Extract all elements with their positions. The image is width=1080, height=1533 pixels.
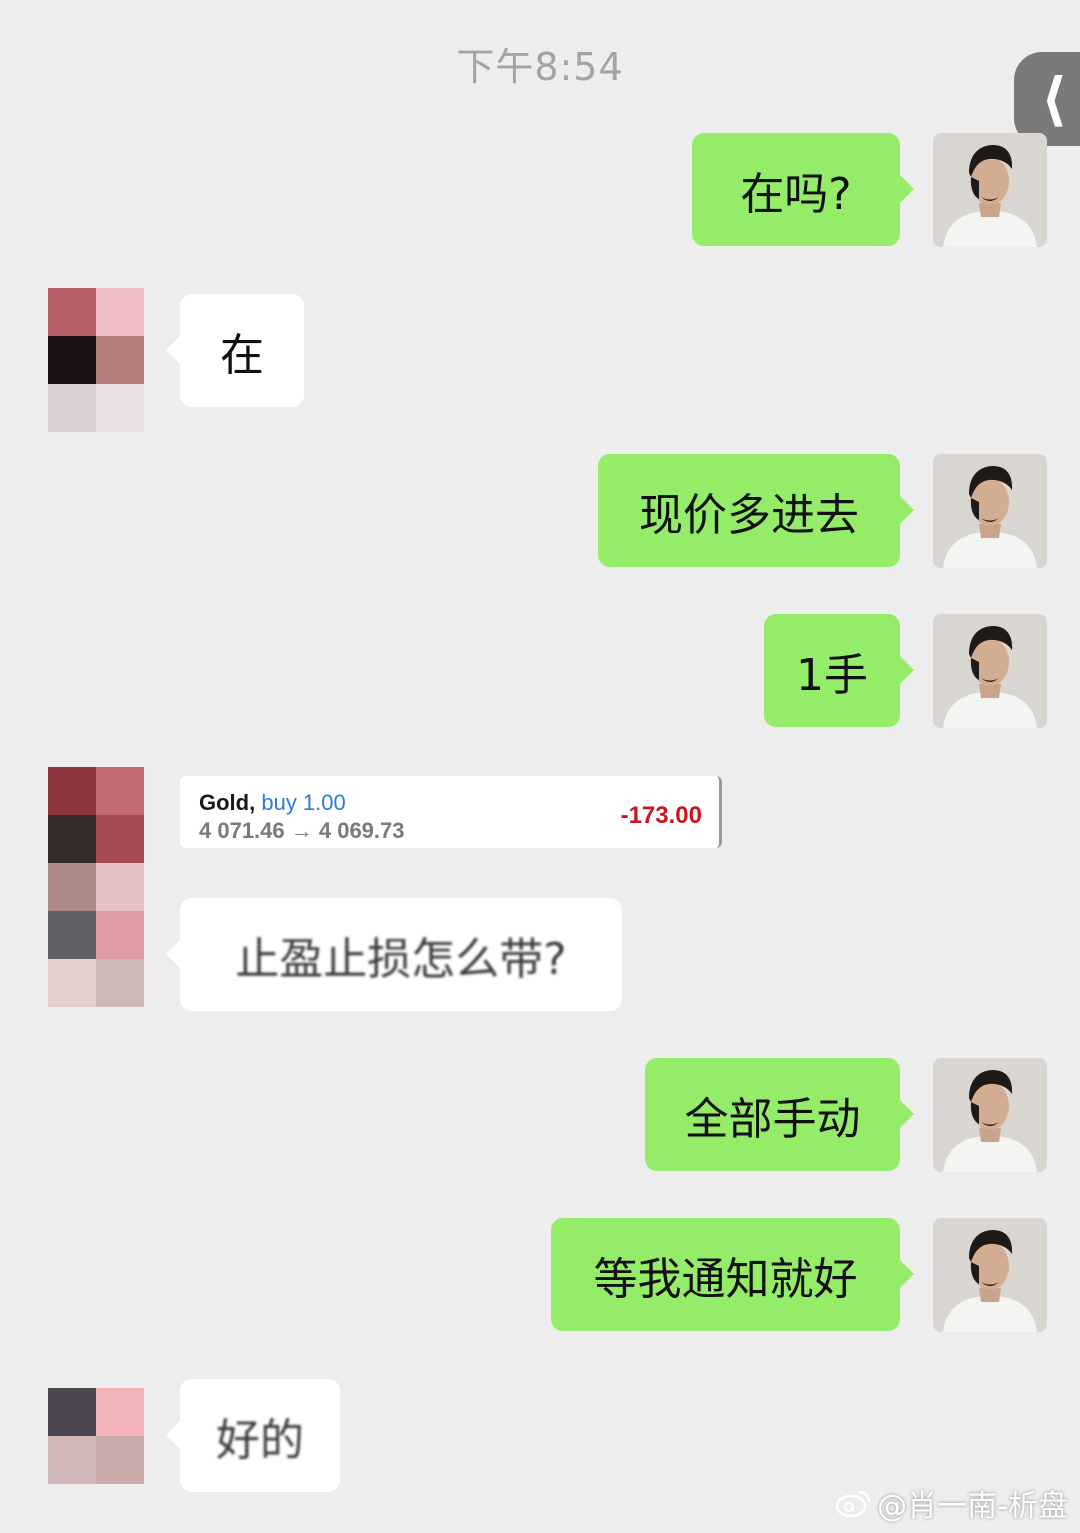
timestamp: 下午8:54: [456, 45, 624, 89]
watermark: @肖一南-析盘: [835, 1481, 1068, 1525]
message-bubble-incoming[interactable]: 在: [166, 294, 304, 407]
avatar[interactable]: [933, 133, 1047, 247]
avatar[interactable]: [933, 1058, 1047, 1172]
avatar[interactable]: [933, 1218, 1047, 1332]
message-bubble-incoming[interactable]: 好的: [166, 1379, 340, 1492]
message-bubble-outgoing[interactable]: 等我通知就好: [551, 1218, 914, 1331]
chevron-left-icon: ⟨: [1040, 65, 1068, 133]
trade-screenshot-card[interactable]: Gold, buy 1.00 4 071.46 → 4 069.73 -173.…: [180, 776, 722, 848]
trade-title: Gold, buy 1.00: [199, 790, 346, 816]
message-text: 止盈止损怎么带?: [235, 933, 567, 985]
message-bubble-outgoing[interactable]: 1手: [764, 614, 914, 727]
avatar[interactable]: [933, 454, 1047, 568]
back-button[interactable]: ⟨: [1014, 52, 1080, 146]
message-bubble-outgoing[interactable]: 全部手动: [645, 1058, 914, 1171]
message-bubble-outgoing[interactable]: 在吗?: [692, 133, 914, 246]
message-bubble-incoming[interactable]: 止盈止损怎么带?: [166, 898, 622, 1011]
message-bubble-outgoing[interactable]: 现价多进去: [598, 454, 914, 567]
avatar-blurred[interactable]: [48, 1388, 144, 1484]
avatar[interactable]: [933, 614, 1047, 728]
watermark-text: @肖一南-析盘: [877, 1489, 1068, 1524]
trade-profit-loss: -173.00: [620, 802, 702, 829]
weibo-icon: [835, 1490, 871, 1518]
message-text: 好的: [216, 1414, 304, 1466]
avatar-blurred[interactable]: [48, 767, 144, 1007]
trade-symbol: Gold,: [199, 790, 256, 815]
trade-direction: buy 1.00: [261, 790, 346, 815]
trade-prices: 4 071.46 → 4 069.73: [199, 818, 405, 843]
avatar-blurred[interactable]: [48, 288, 144, 432]
